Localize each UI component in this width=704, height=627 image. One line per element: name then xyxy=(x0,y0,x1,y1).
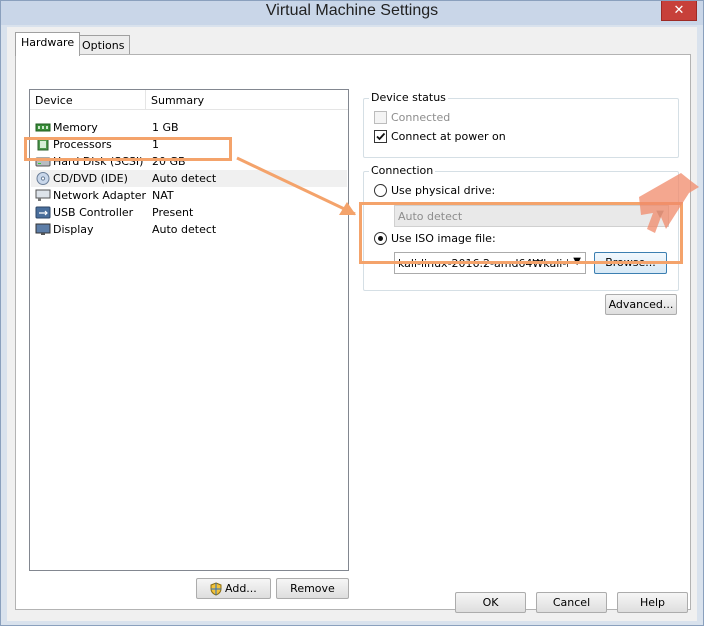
close-icon: ✕ xyxy=(673,3,685,18)
device-summary: NAT xyxy=(152,189,174,202)
physical-drive-value: Auto detect xyxy=(398,210,463,223)
tab-hardware[interactable]: Hardware xyxy=(15,32,81,56)
device-name: Display xyxy=(53,223,94,236)
radio-selected-dot xyxy=(378,236,383,241)
device-name: Hard Disk (SCSI) xyxy=(53,155,144,168)
cancel-button-label: Cancel xyxy=(552,596,591,609)
column-summary[interactable]: Summary xyxy=(151,94,204,107)
device-row-cd-dvd[interactable]: CD/DVD (IDE) Auto detect xyxy=(31,170,347,187)
close-button[interactable]: ✕ xyxy=(661,1,697,21)
dialog-client: Hardware Options Device Summary Memory 1… xyxy=(7,27,697,621)
chevron-down-icon: ▼ xyxy=(573,256,581,267)
usb-icon xyxy=(35,206,51,219)
connection-legend: Connection xyxy=(369,164,436,177)
use-iso-image-label: Use ISO image file: xyxy=(391,232,496,245)
column-device[interactable]: Device xyxy=(35,94,73,107)
device-status-group xyxy=(363,98,679,158)
title-bar[interactable]: Virtual Machine Settings ✕ xyxy=(1,1,703,25)
device-summary: 20 GB xyxy=(152,155,186,168)
cancel-button[interactable]: Cancel xyxy=(536,592,607,613)
physical-drive-select[interactable]: Auto detect ▼ xyxy=(394,205,669,227)
device-list[interactable]: Device Summary Memory 1 GB Processors 1 … xyxy=(29,89,349,571)
hardware-panel: Device Summary Memory 1 GB Processors 1 … xyxy=(15,54,691,610)
device-summary: Present xyxy=(152,206,194,219)
tab-options-label: Options xyxy=(82,39,125,52)
advanced-button-label: Advanced... xyxy=(608,298,674,311)
remove-device-button[interactable]: Remove xyxy=(276,578,349,599)
device-row-memory[interactable]: Memory 1 GB xyxy=(31,119,347,136)
connected-checkbox[interactable] xyxy=(374,111,387,124)
ok-button-label: OK xyxy=(482,596,499,609)
use-iso-image-radio[interactable] xyxy=(374,232,387,245)
device-row-display[interactable]: Display Auto detect xyxy=(31,221,347,238)
chevron-down-icon: ▼ xyxy=(656,209,664,220)
device-summary: 1 GB xyxy=(152,121,179,134)
window-title: Virtual Machine Settings xyxy=(265,2,439,19)
network-adapter-icon xyxy=(35,189,51,201)
device-status-legend: Device status xyxy=(369,91,448,104)
connected-label: Connected xyxy=(391,111,451,124)
browse-button-label: Browse... xyxy=(605,256,656,269)
ok-button[interactable]: OK xyxy=(455,592,526,613)
hard-disk-icon xyxy=(35,157,51,167)
device-summary: 1 xyxy=(152,138,159,151)
device-row-usb-controller[interactable]: USB Controller Present xyxy=(31,204,347,221)
connect-at-power-on-checkbox[interactable] xyxy=(374,130,387,143)
advanced-button[interactable]: Advanced... xyxy=(605,294,677,315)
checkmark-icon xyxy=(376,132,386,141)
use-physical-drive-label: Use physical drive: xyxy=(391,184,496,197)
list-header: Device Summary xyxy=(30,90,348,110)
help-button[interactable]: Help xyxy=(617,592,688,613)
iso-image-path-select[interactable]: kali-linux-2016.2-amd64₩kali-linux ▼ xyxy=(394,252,586,274)
browse-button[interactable]: Browse... xyxy=(594,252,667,274)
device-row-hard-disk[interactable]: Hard Disk (SCSI) 20 GB xyxy=(31,153,347,170)
device-summary: Auto detect xyxy=(152,172,217,185)
cd-dvd-icon xyxy=(36,172,50,185)
shield-icon xyxy=(210,582,222,596)
connect-at-power-on-label: Connect at power on xyxy=(391,130,506,143)
tab-hardware-label: Hardware xyxy=(21,36,75,49)
device-name: USB Controller xyxy=(53,206,134,219)
settings-window: Virtual Machine Settings ✕ Hardware Opti… xyxy=(0,0,704,626)
add-device-button[interactable]: Add... xyxy=(196,578,271,599)
column-divider[interactable] xyxy=(145,90,146,110)
iso-image-path-value: kali-linux-2016.2-amd64₩kali-linux xyxy=(398,257,568,270)
tab-options[interactable]: Options xyxy=(76,35,131,56)
remove-button-label: Remove xyxy=(290,582,335,595)
memory-icon xyxy=(35,123,51,132)
device-name: Network Adapter xyxy=(53,189,147,202)
add-button-label: Add... xyxy=(225,582,257,595)
device-name: Memory xyxy=(53,121,98,134)
device-summary: Auto detect xyxy=(152,223,217,236)
device-row-processors[interactable]: Processors 1 xyxy=(31,136,347,153)
processor-icon xyxy=(37,138,49,151)
device-row-network-adapter[interactable]: Network Adapter NAT xyxy=(31,187,347,204)
device-name: Processors xyxy=(53,138,112,151)
help-button-label: Help xyxy=(639,596,666,609)
use-physical-drive-radio[interactable] xyxy=(374,184,387,197)
device-name: CD/DVD (IDE) xyxy=(53,172,128,185)
display-icon xyxy=(35,223,51,235)
